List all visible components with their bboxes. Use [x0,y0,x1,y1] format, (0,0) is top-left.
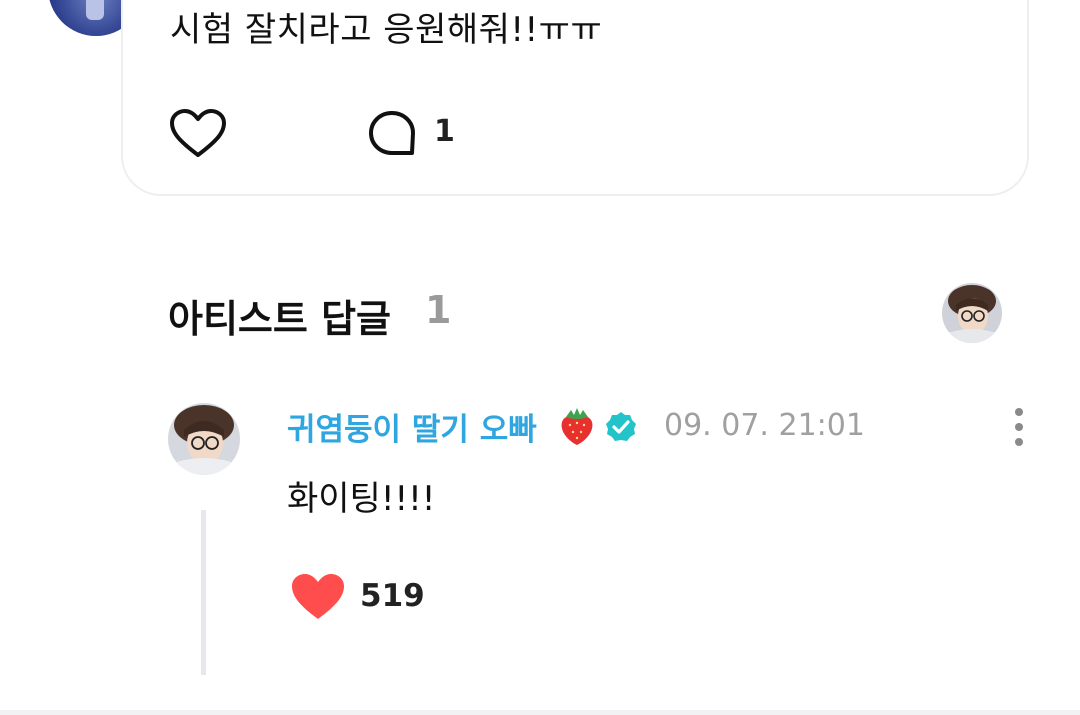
comment-button[interactable] [366,108,420,160]
reply-like-button[interactable] [290,572,346,622]
reply-author-name[interactable]: 귀염둥이 딸기 오빠 [287,404,537,449]
comment-bubble-icon [369,111,415,155]
like-button[interactable] [168,108,228,160]
thread-line [201,510,206,675]
comment-count: 1 [434,114,455,149]
reply-timestamp: 09. 07. 21:01 [664,408,865,443]
section-title: 아티스트 답글 [168,297,391,341]
more-options-button[interactable] [1005,405,1033,449]
heart-outline-icon [170,109,226,157]
strawberry-icon [557,405,597,447]
bottom-divider [0,710,1080,715]
more-vertical-icon [1015,408,1023,446]
section-count: 1 [425,288,452,332]
verified-badge-icon [605,411,637,443]
reply-author-avatar[interactable] [168,403,240,475]
post-text: 시험 잘치라고 응원해줘!!ㅠㅠ [170,10,603,50]
artist-avatar[interactable] [942,283,1002,343]
reply-text: 화이팅!!!! [287,479,436,519]
artist-reply-screen: 시험 잘치라고 응원해줘!!ㅠㅠ 1 아티스트 답글 1 귀염둥이 딸기 오빠 … [0,0,1080,715]
heart-filled-icon [292,574,344,619]
reply-like-count: 519 [360,578,425,614]
